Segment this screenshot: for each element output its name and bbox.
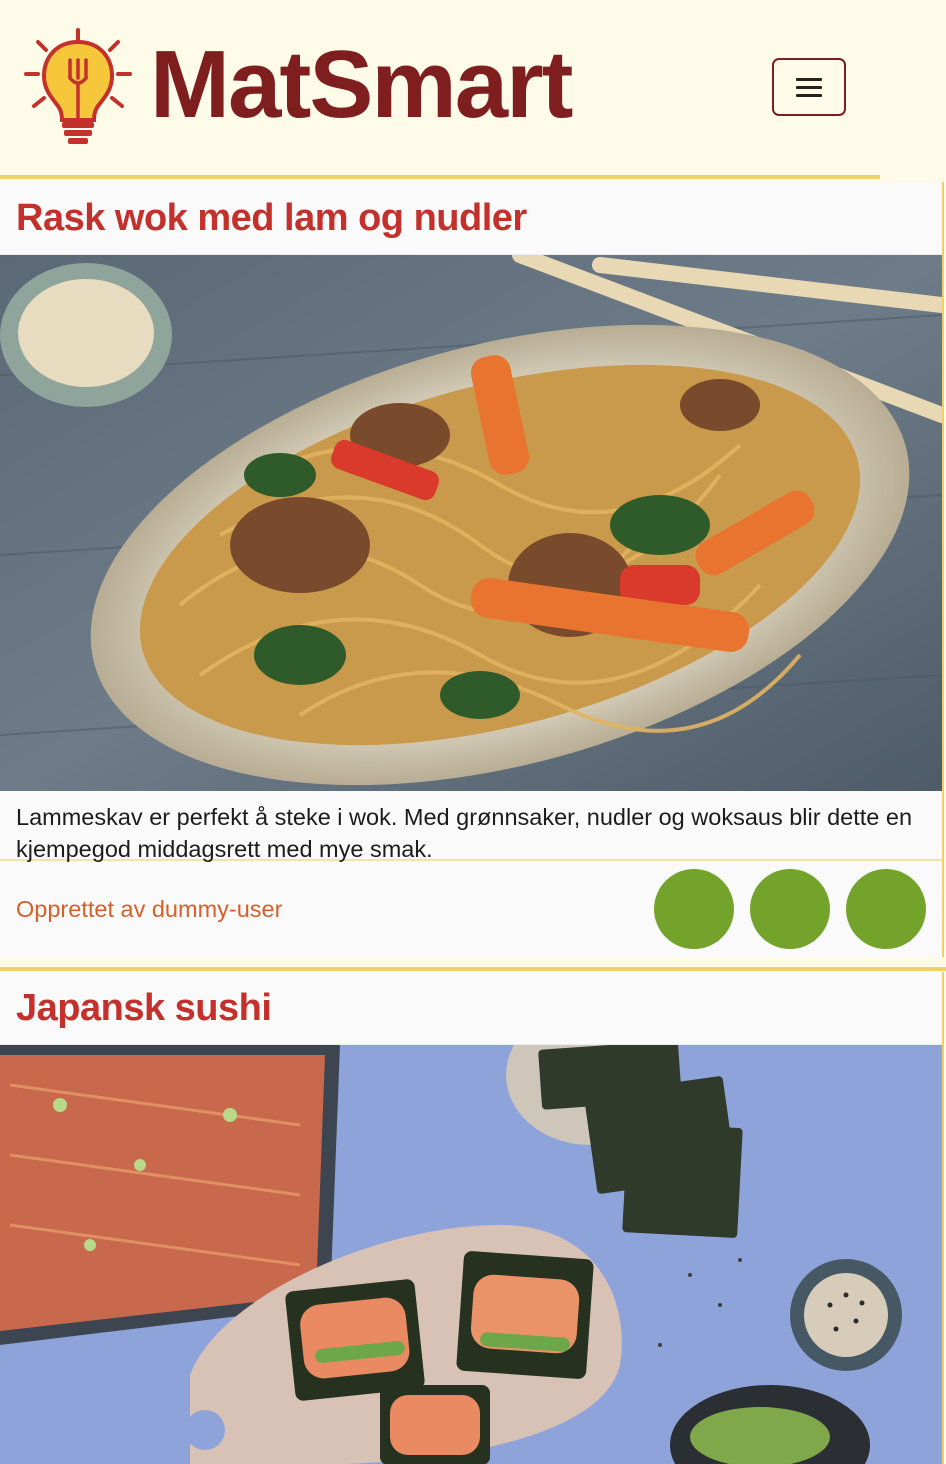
card-action-button[interactable]	[846, 869, 926, 949]
card-divider	[0, 967, 946, 971]
recipe-title[interactable]: Rask wok med lam og nudler	[16, 197, 527, 240]
hamburger-icon	[796, 78, 822, 97]
card-action-button[interactable]	[750, 869, 830, 949]
recipe-description: Lammeskav er perfekt å steke i wok. Med …	[0, 791, 942, 862]
recipe-creator[interactable]: Opprettet av dummy-user	[16, 896, 282, 923]
card-header: Rask wok med lam og nudler	[0, 182, 942, 255]
card-action-button[interactable]	[654, 869, 734, 949]
card-footer: Opprettet av dummy-user	[0, 861, 942, 957]
site-header: MatSmart	[0, 0, 946, 180]
page: MatSmart Rask wok med lam og nudler Lamm…	[0, 0, 946, 1464]
recipe-card[interactable]: Rask wok med lam og nudler Lammeskav er …	[0, 182, 944, 957]
recipe-card[interactable]: Japansk sushi	[0, 972, 944, 1464]
recipe-image[interactable]	[0, 1045, 942, 1464]
card-header: Japansk sushi	[0, 972, 942, 1045]
brand-logo-text[interactable]: MatSmart	[150, 30, 573, 140]
lightbulb-fork-icon[interactable]	[24, 28, 132, 146]
recipe-image[interactable]	[0, 255, 942, 791]
menu-toggle-button[interactable]	[772, 58, 846, 116]
recipe-title[interactable]: Japansk sushi	[16, 987, 272, 1030]
header-divider	[0, 175, 880, 179]
